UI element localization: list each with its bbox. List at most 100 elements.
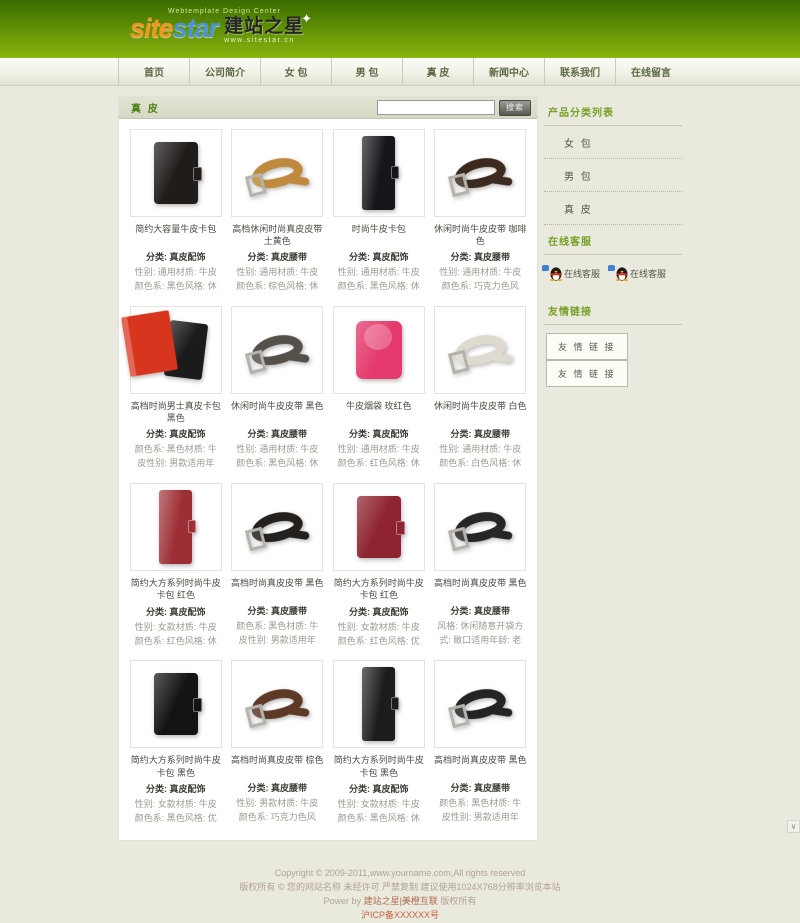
product-attr-line-2: 颜色系: 红色风格: 休 xyxy=(128,635,224,649)
product-image[interactable] xyxy=(434,483,526,571)
product-attr-line-1: 性别: 通用材质: 牛皮 xyxy=(433,443,529,457)
online-service-link[interactable]: 在线客服 xyxy=(612,266,666,281)
nav-item-label: 新闻中心 xyxy=(489,64,529,79)
nav-item-label: 首页 xyxy=(144,64,164,79)
main-content: 真 皮 搜索 简约大容量牛皮卡包 分类: 真皮配饰 性别: 通用材质: 牛皮 颜… xyxy=(118,96,682,841)
product-image[interactable] xyxy=(231,306,323,394)
main-nav: 首页 公司简介 女 包 男 包 真 皮 新闻中心 联系我们 在线留言 xyxy=(0,58,800,86)
product-image[interactable] xyxy=(333,483,425,571)
product-category: 分类: 真皮配饰 xyxy=(128,427,224,440)
product-title[interactable]: 高档时尚真皮皮带 黑色 xyxy=(433,577,529,601)
product-image[interactable] xyxy=(333,129,425,217)
products-panel: 真 皮 搜索 简约大容量牛皮卡包 分类: 真皮配饰 性别: 通用材质: 牛皮 颜… xyxy=(118,96,538,841)
product-grid: 简约大容量牛皮卡包 分类: 真皮配饰 性别: 通用材质: 牛皮 颜色系: 黑色风… xyxy=(119,119,537,840)
product-category: 分类: 真皮配饰 xyxy=(128,605,224,618)
product-title[interactable]: 休闲时尚牛皮皮带 咖啡色 xyxy=(433,223,529,247)
product-card: 高档时尚男士真皮卡包 黑色 分类: 真皮配饰 颜色系: 黑色材质: 牛 皮性别:… xyxy=(125,306,227,471)
scrollbar-down-arrow[interactable]: ∨ xyxy=(787,820,800,833)
product-title[interactable]: 高档时尚真皮皮带 黑色 xyxy=(230,577,326,601)
online-service-label: 在线客服 xyxy=(564,267,600,280)
sidebar-category-item[interactable]: 男 包 xyxy=(544,159,682,192)
search-input[interactable] xyxy=(377,100,495,115)
product-attr-line-1: 颜色系: 黑色材质: 牛 xyxy=(433,797,529,811)
product-title[interactable]: 休闲时尚牛皮皮带 黑色 xyxy=(230,400,326,424)
product-image[interactable] xyxy=(130,660,222,748)
product-image[interactable] xyxy=(130,306,222,394)
nav-item[interactable]: 真 皮 xyxy=(402,58,473,85)
product-image[interactable] xyxy=(130,129,222,217)
product-image[interactable] xyxy=(434,129,526,217)
product-attr-line-2: 皮性别: 男款适用年 xyxy=(128,457,224,471)
product-photo-shape xyxy=(154,673,198,735)
product-card: 高档时尚真皮皮带 棕色 分类: 真皮腰带 性别: 男款材质: 牛皮 颜色系: 巧… xyxy=(227,660,329,825)
sidebar-links-title: 友情链接 xyxy=(544,295,682,325)
product-image[interactable] xyxy=(231,129,323,217)
product-attr-line-2: 颜色系: 黑色风格: 休 xyxy=(331,280,427,294)
product-photo-shape xyxy=(154,142,198,204)
product-title[interactable]: 简约大方系列时尚牛皮卡包 黑色 xyxy=(128,754,224,778)
copyright-line: Copyright © 2009-2011,www.yourname.com,A… xyxy=(0,867,800,881)
product-title[interactable]: 高档休闲时尚真皮皮带 土黄色 xyxy=(230,223,326,247)
product-attr-line-2: 皮性别: 男款适用年 xyxy=(230,634,326,648)
product-category: 分类: 真皮配饰 xyxy=(128,782,224,795)
product-title[interactable]: 简约大方系列时尚牛皮卡包 红色 xyxy=(128,577,224,601)
product-title[interactable]: 高档时尚男士真皮卡包 黑色 xyxy=(128,400,224,424)
powered-by-brand-link[interactable]: 建站之星|美橙互联 xyxy=(364,896,438,906)
nav-item[interactable]: 男 包 xyxy=(331,58,402,85)
product-category: 分类: 真皮配饰 xyxy=(331,250,427,263)
product-image[interactable] xyxy=(333,306,425,394)
nav-item[interactable]: 在线留言 xyxy=(615,58,686,85)
nav-item-label: 真 皮 xyxy=(427,64,450,79)
nav-item[interactable]: 首页 xyxy=(118,58,189,85)
nav-item-label: 女 包 xyxy=(285,64,308,79)
logo-url: www.sitestar.cn xyxy=(224,37,304,44)
product-card: 简约大方系列时尚牛皮卡包 黑色 分类: 真皮配饰 性别: 女款材质: 牛皮 颜色… xyxy=(125,660,227,825)
product-card: 休闲时尚牛皮皮带 白色 分类: 真皮腰带 性别: 通用材质: 牛皮 颜色系: 白… xyxy=(430,306,532,471)
product-category: 分类: 真皮腰带 xyxy=(230,250,326,263)
online-service-row: 在线客服 在线客服 xyxy=(544,255,682,295)
product-attr-line-1: 性别: 通用材质: 牛皮 xyxy=(331,443,427,457)
logo-cn-text: 建站之星 xyxy=(224,16,304,37)
product-photo-shape xyxy=(452,685,509,725)
nav-item[interactable]: 女 包 xyxy=(260,58,331,85)
product-title[interactable]: 简约大容量牛皮卡包 xyxy=(128,223,224,247)
product-category: 分类: 真皮腰带 xyxy=(230,604,326,617)
product-image[interactable] xyxy=(333,660,425,748)
product-image[interactable] xyxy=(231,660,323,748)
product-card: 休闲时尚牛皮皮带 黑色 分类: 真皮腰带 性别: 通用材质: 牛皮 颜色系: 黑… xyxy=(227,306,329,471)
search-button[interactable]: 搜索 xyxy=(499,100,531,116)
nav-item[interactable]: 新闻中心 xyxy=(473,58,544,85)
sidebar-category-item[interactable]: 女 包 xyxy=(544,126,682,159)
product-title[interactable]: 时尚牛皮卡包 xyxy=(331,223,427,247)
logo[interactable]: site star 建站之星 ✦ www.sitestar.cn xyxy=(130,15,800,44)
product-title[interactable]: 简约大方系列时尚牛皮卡包 黑色 xyxy=(331,754,427,778)
sidebar-category-title: 产品分类列表 xyxy=(544,96,682,126)
product-title[interactable]: 高档时尚真皮皮带 棕色 xyxy=(230,754,326,778)
product-image[interactable] xyxy=(434,660,526,748)
friend-link-box[interactable]: 友 情 链 接 xyxy=(546,333,628,360)
logo-tagline: Webtemplate Design Center xyxy=(168,8,800,15)
logo-site-text: site xyxy=(130,15,173,42)
online-service-link[interactable]: 在线客服 xyxy=(546,266,600,281)
product-attr-line-1: 性别: 女款材质: 牛皮 xyxy=(128,621,224,635)
product-image[interactable] xyxy=(130,483,222,571)
product-title[interactable]: 休闲时尚牛皮皮带 白色 xyxy=(433,400,529,424)
product-title[interactable]: 牛皮烟袋 玫红色 xyxy=(331,400,427,424)
product-photo-shape xyxy=(249,330,306,370)
product-category: 分类: 真皮腰带 xyxy=(230,781,326,794)
product-attr-line-1: 颜色系: 黑色材质: 牛 xyxy=(128,443,224,457)
product-attr-line-2: 颜色系: 红色风格: 优 xyxy=(331,635,427,649)
product-photo-shape xyxy=(249,685,306,725)
sidebar-category-item[interactable]: 真 皮 xyxy=(544,192,682,225)
product-title[interactable]: 简约大方系列时尚牛皮卡包 红色 xyxy=(331,577,427,601)
friend-link-box[interactable]: 友 情 链 接 xyxy=(546,360,628,387)
nav-item[interactable]: 联系我们 xyxy=(544,58,615,85)
online-service-label: 在线客服 xyxy=(630,267,666,280)
product-image[interactable] xyxy=(434,306,526,394)
nav-item[interactable]: 公司简介 xyxy=(189,58,260,85)
product-card: 高档休闲时尚真皮皮带 土黄色 分类: 真皮腰带 性别: 通用材质: 牛皮 颜色系… xyxy=(227,129,329,294)
product-image[interactable] xyxy=(231,483,323,571)
nav-item-label: 男 包 xyxy=(356,64,379,79)
sidebar-category-label: 男 包 xyxy=(564,172,593,183)
product-title[interactable]: 高档时尚真皮皮带 黑色 xyxy=(433,754,529,778)
